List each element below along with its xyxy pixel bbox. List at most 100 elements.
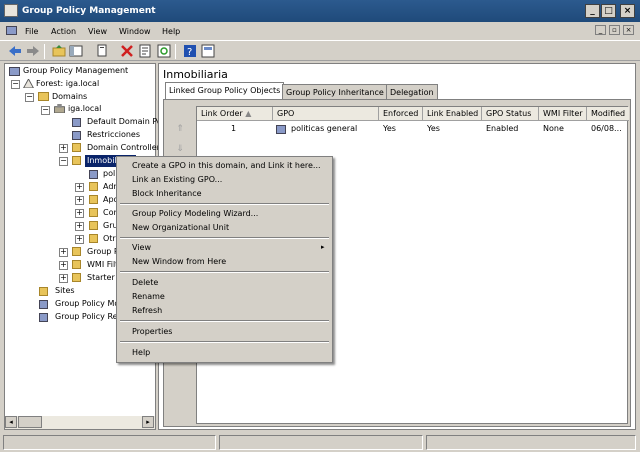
results-icon bbox=[39, 313, 48, 322]
help-icon[interactable]: ? bbox=[183, 44, 197, 58]
tree-horizontal-scrollbar[interactable]: ◂ ▸ bbox=[5, 416, 155, 429]
tab-linked-gpos[interactable]: Linked Group Policy Objects bbox=[165, 82, 285, 100]
menu-item-modeling-wizard[interactable]: Group Policy Modeling Wizard... bbox=[132, 209, 258, 218]
app-icon bbox=[4, 4, 18, 17]
cell-link-enabled: Yes bbox=[427, 124, 440, 133]
menu-item-block-inheritance[interactable]: Block Inheritance bbox=[132, 189, 202, 198]
menu-item-refresh[interactable]: Refresh bbox=[132, 306, 162, 315]
mdi-minimize-button[interactable]: _ bbox=[595, 25, 606, 35]
menu-separator bbox=[120, 341, 329, 343]
expand-toggle[interactable]: + bbox=[75, 183, 84, 192]
menu-separator bbox=[120, 237, 329, 239]
menu-action[interactable]: Action bbox=[51, 27, 76, 36]
column-header[interactable]: Modified bbox=[587, 107, 629, 121]
collapse-toggle[interactable]: − bbox=[59, 157, 68, 166]
column-header[interactable]: GPO bbox=[273, 107, 379, 121]
details-icon[interactable] bbox=[201, 44, 215, 58]
menu-window[interactable]: Window bbox=[119, 27, 151, 36]
menu-help[interactable]: Help bbox=[162, 27, 180, 36]
column-header[interactable]: Link Order ▲ bbox=[197, 107, 273, 121]
close-button[interactable]: × bbox=[620, 4, 635, 18]
scroll-left-button[interactable]: ◂ bbox=[5, 416, 17, 428]
toolbar: ? bbox=[0, 40, 640, 61]
cell-enforced: Yes bbox=[383, 124, 396, 133]
ou-folder-icon bbox=[89, 234, 98, 243]
up-folder-icon[interactable] bbox=[52, 44, 66, 58]
menu-item-rename[interactable]: Rename bbox=[132, 292, 165, 301]
tree-domains[interactable]: Domains bbox=[52, 91, 87, 103]
tree-default-policy[interactable]: Default Domain Po bbox=[87, 116, 162, 128]
menu-item-new-window[interactable]: New Window from Here bbox=[132, 257, 226, 266]
status-panel bbox=[3, 435, 216, 450]
collapse-toggle[interactable]: − bbox=[11, 80, 20, 89]
expand-toggle[interactable]: + bbox=[75, 222, 84, 231]
context-menu: Create a GPO in this domain, and Link it… bbox=[116, 156, 333, 363]
menu-item-new-ou[interactable]: New Organizational Unit bbox=[132, 223, 229, 232]
expand-toggle[interactable]: + bbox=[75, 196, 84, 205]
column-header[interactable]: Enforced bbox=[379, 107, 423, 121]
collapse-toggle[interactable]: − bbox=[41, 106, 50, 115]
collapse-toggle[interactable]: − bbox=[25, 93, 34, 102]
column-header[interactable]: WMI Filter bbox=[539, 107, 587, 121]
expand-toggle[interactable]: + bbox=[75, 209, 84, 218]
scroll-thumb[interactable] bbox=[18, 416, 42, 428]
status-panel bbox=[219, 435, 423, 450]
column-header[interactable]: Link Enabled bbox=[423, 107, 482, 121]
domains-folder-icon bbox=[38, 92, 49, 101]
forward-icon[interactable] bbox=[26, 44, 40, 58]
tab-delegation[interactable]: Delegation bbox=[386, 84, 438, 100]
forest-icon bbox=[23, 79, 34, 88]
show-hide-tree-icon[interactable] bbox=[69, 44, 83, 58]
expand-toggle[interactable]: + bbox=[59, 144, 68, 153]
tree-root[interactable]: Group Policy Management bbox=[23, 65, 128, 77]
expand-toggle[interactable]: + bbox=[59, 274, 68, 283]
expand-toggle[interactable]: + bbox=[59, 248, 68, 257]
tree-sites[interactable]: Sites bbox=[55, 285, 75, 297]
window-title: Group Policy Management bbox=[22, 6, 156, 16]
copy-icon[interactable] bbox=[95, 44, 109, 58]
tree-domain[interactable]: iga.local bbox=[68, 103, 101, 115]
refresh-icon[interactable] bbox=[157, 44, 171, 58]
tree-starter-gpos[interactable]: Starter bbox=[87, 272, 115, 284]
move-up-arrow-icon[interactable]: ⇑ bbox=[174, 124, 186, 134]
console-icon bbox=[6, 26, 17, 35]
tree-wmi-filters[interactable]: WMI Filt bbox=[87, 259, 118, 271]
cell-gpo-status: Enabled bbox=[486, 124, 519, 133]
properties-icon[interactable] bbox=[138, 44, 152, 58]
menu-item-help[interactable]: Help bbox=[132, 348, 150, 357]
tree-child-ou[interactable]: Otr bbox=[103, 233, 116, 245]
column-header[interactable]: GPO Status bbox=[482, 107, 539, 121]
menu-item-properties[interactable]: Properties bbox=[132, 327, 172, 336]
menu-item-create-gpo[interactable]: Create a GPO in this domain, and Link it… bbox=[132, 161, 321, 170]
ou-folder-icon bbox=[72, 156, 81, 165]
mdi-close-button[interactable]: × bbox=[623, 25, 634, 35]
tree-results[interactable]: Group Policy Re bbox=[55, 311, 118, 323]
menu-item-delete[interactable]: Delete bbox=[132, 278, 158, 287]
menu-item-view[interactable]: View bbox=[132, 243, 151, 252]
delete-icon[interactable] bbox=[120, 44, 134, 58]
tree-forest[interactable]: Forest: iga.local bbox=[36, 78, 99, 90]
minimize-button[interactable]: _ bbox=[585, 4, 600, 18]
tree-group-policy-objects[interactable]: Group P bbox=[87, 246, 119, 258]
expand-toggle[interactable]: + bbox=[75, 235, 84, 244]
maximize-button[interactable]: □ bbox=[601, 4, 616, 18]
menu-view[interactable]: View bbox=[88, 27, 107, 36]
move-down-arrow-icon[interactable]: ⇓ bbox=[174, 144, 186, 154]
sites-icon bbox=[39, 287, 48, 296]
tab-inheritance[interactable]: Group Policy Inheritance bbox=[282, 84, 388, 100]
mdi-restore-button[interactable]: ▫ bbox=[609, 25, 620, 35]
ou-folder-icon bbox=[89, 182, 98, 191]
tree-restricciones[interactable]: Restricciones bbox=[87, 129, 140, 141]
cell-wmi-filter: None bbox=[543, 124, 564, 133]
tree-modeling[interactable]: Group Policy Mo bbox=[55, 298, 119, 310]
menu-file[interactable]: File bbox=[25, 27, 38, 36]
tree-domain-controllers[interactable]: Domain Controller bbox=[87, 142, 160, 154]
ou-folder-icon bbox=[72, 143, 81, 152]
sort-ascending-icon: ▲ bbox=[245, 109, 252, 118]
expand-toggle[interactable]: + bbox=[59, 261, 68, 270]
back-icon[interactable] bbox=[8, 44, 22, 58]
scroll-right-button[interactable]: ▸ bbox=[142, 416, 154, 428]
toolbar-separator bbox=[175, 44, 176, 59]
menu-item-link-existing-gpo[interactable]: Link an Existing GPO... bbox=[132, 175, 222, 184]
submenu-arrow-icon: ▸ bbox=[321, 243, 325, 251]
